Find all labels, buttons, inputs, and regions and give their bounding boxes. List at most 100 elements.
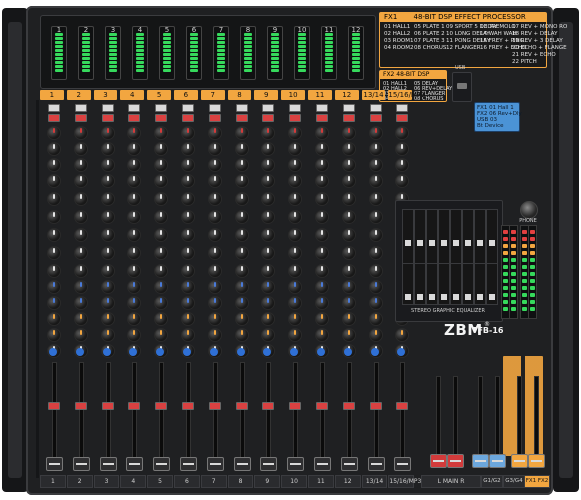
channel-knob[interactable] bbox=[154, 174, 169, 188]
channel-knob[interactable] bbox=[127, 296, 142, 310]
solo-button[interactable] bbox=[128, 402, 141, 410]
channel-knob[interactable] bbox=[154, 210, 169, 224]
channel-knob[interactable] bbox=[207, 228, 222, 242]
channel-knob[interactable] bbox=[368, 328, 383, 342]
channel-knob[interactable] bbox=[47, 264, 61, 278]
channel-knob[interactable] bbox=[288, 280, 303, 294]
channel-knob[interactable] bbox=[207, 210, 222, 224]
channel-knob[interactable] bbox=[47, 296, 61, 310]
channel-knob[interactable] bbox=[261, 296, 276, 310]
channel-knob[interactable] bbox=[261, 192, 276, 206]
channel-knob[interactable] bbox=[100, 210, 115, 224]
channel-knob[interactable] bbox=[341, 312, 356, 326]
channel-knob[interactable] bbox=[261, 280, 276, 294]
channel-knob[interactable] bbox=[127, 228, 142, 242]
channel-knob[interactable] bbox=[341, 264, 356, 278]
channel-knob[interactable] bbox=[207, 246, 222, 260]
solo-button[interactable] bbox=[48, 402, 60, 410]
channel-knob[interactable] bbox=[315, 158, 329, 172]
channel-knob[interactable] bbox=[181, 210, 195, 224]
channel-fader[interactable] bbox=[367, 457, 385, 471]
channel-fader[interactable] bbox=[233, 457, 251, 471]
channel-knob[interactable] bbox=[154, 228, 169, 242]
channel-knob[interactable] bbox=[127, 210, 142, 224]
solo-button[interactable] bbox=[208, 402, 221, 410]
channel-knob[interactable] bbox=[341, 210, 356, 224]
channel-knob[interactable] bbox=[368, 296, 383, 310]
channel-knob[interactable] bbox=[207, 296, 222, 310]
geq-slider[interactable] bbox=[474, 263, 486, 305]
geq-slider[interactable] bbox=[462, 263, 474, 305]
channel-knob[interactable] bbox=[207, 312, 222, 326]
channel-knob[interactable] bbox=[341, 158, 356, 172]
channel-fader[interactable] bbox=[206, 457, 224, 471]
channel-knob[interactable] bbox=[234, 174, 249, 188]
channel-knob[interactable] bbox=[154, 296, 169, 310]
phantom-button[interactable] bbox=[74, 104, 87, 112]
geq-slider[interactable] bbox=[450, 263, 462, 305]
channel-knob[interactable] bbox=[47, 312, 61, 326]
channel-knob[interactable] bbox=[207, 192, 222, 206]
channel-knob[interactable] bbox=[100, 280, 115, 294]
channel-knob[interactable] bbox=[100, 228, 115, 242]
channel-knob[interactable] bbox=[47, 192, 61, 206]
channel-knob[interactable] bbox=[207, 280, 222, 294]
phantom-button[interactable] bbox=[342, 104, 355, 112]
solo-button[interactable] bbox=[74, 402, 87, 410]
channel-knob[interactable] bbox=[368, 142, 383, 156]
channel-knob[interactable] bbox=[73, 228, 88, 242]
channel-knob[interactable] bbox=[207, 328, 222, 342]
channel-knob[interactable] bbox=[100, 158, 115, 172]
solo-button[interactable] bbox=[155, 402, 168, 410]
channel-knob[interactable] bbox=[261, 210, 276, 224]
channel-knob[interactable] bbox=[127, 312, 142, 326]
channel-knob[interactable] bbox=[368, 174, 383, 188]
channel-knob[interactable] bbox=[100, 192, 115, 206]
channel-knob[interactable] bbox=[73, 174, 88, 188]
phantom-button[interactable] bbox=[369, 104, 382, 112]
usb-port[interactable]: USB bbox=[452, 65, 472, 102]
channel-knob[interactable] bbox=[73, 312, 88, 326]
phones-jack[interactable] bbox=[520, 201, 538, 219]
solo-button[interactable] bbox=[182, 402, 194, 410]
channel-knob[interactable] bbox=[288, 210, 303, 224]
channel-knob[interactable] bbox=[315, 246, 329, 260]
channel-knob[interactable] bbox=[234, 312, 249, 326]
channel-knob[interactable] bbox=[154, 264, 169, 278]
channel-knob[interactable] bbox=[234, 158, 249, 172]
channel-knob[interactable] bbox=[127, 246, 142, 260]
phantom-button[interactable] bbox=[208, 104, 221, 112]
channel-knob[interactable] bbox=[315, 174, 329, 188]
channel-knob[interactable] bbox=[288, 312, 303, 326]
channel-fader[interactable] bbox=[46, 457, 63, 471]
channel-knob[interactable] bbox=[47, 158, 61, 172]
channel-knob[interactable] bbox=[341, 280, 356, 294]
channel-knob[interactable] bbox=[288, 158, 303, 172]
channel-knob[interactable] bbox=[127, 328, 142, 342]
channel-knob[interactable] bbox=[154, 312, 169, 326]
channel-knob[interactable] bbox=[127, 280, 142, 294]
channel-knob[interactable] bbox=[261, 158, 276, 172]
channel-knob[interactable] bbox=[234, 210, 249, 224]
channel-knob[interactable] bbox=[127, 192, 142, 206]
channel-knob[interactable] bbox=[154, 158, 169, 172]
geq-slider[interactable] bbox=[402, 263, 414, 305]
channel-knob[interactable] bbox=[47, 210, 61, 224]
channel-knob[interactable] bbox=[395, 142, 410, 156]
channel-knob[interactable] bbox=[288, 328, 303, 342]
phantom-button[interactable] bbox=[182, 104, 194, 112]
channel-knob[interactable] bbox=[47, 246, 61, 260]
channel-knob[interactable] bbox=[315, 328, 329, 342]
channel-knob[interactable] bbox=[181, 296, 195, 310]
phantom-button[interactable] bbox=[262, 104, 275, 112]
channel-knob[interactable] bbox=[368, 246, 383, 260]
channel-knob[interactable] bbox=[315, 228, 329, 242]
channel-knob[interactable] bbox=[47, 174, 61, 188]
master-fader[interactable] bbox=[511, 454, 528, 468]
channel-fader[interactable] bbox=[72, 457, 90, 471]
phantom-button[interactable] bbox=[289, 104, 302, 112]
channel-knob[interactable] bbox=[234, 192, 249, 206]
channel-knob[interactable] bbox=[341, 126, 356, 140]
channel-knob[interactable] bbox=[207, 126, 222, 140]
channel-knob[interactable] bbox=[181, 126, 195, 140]
